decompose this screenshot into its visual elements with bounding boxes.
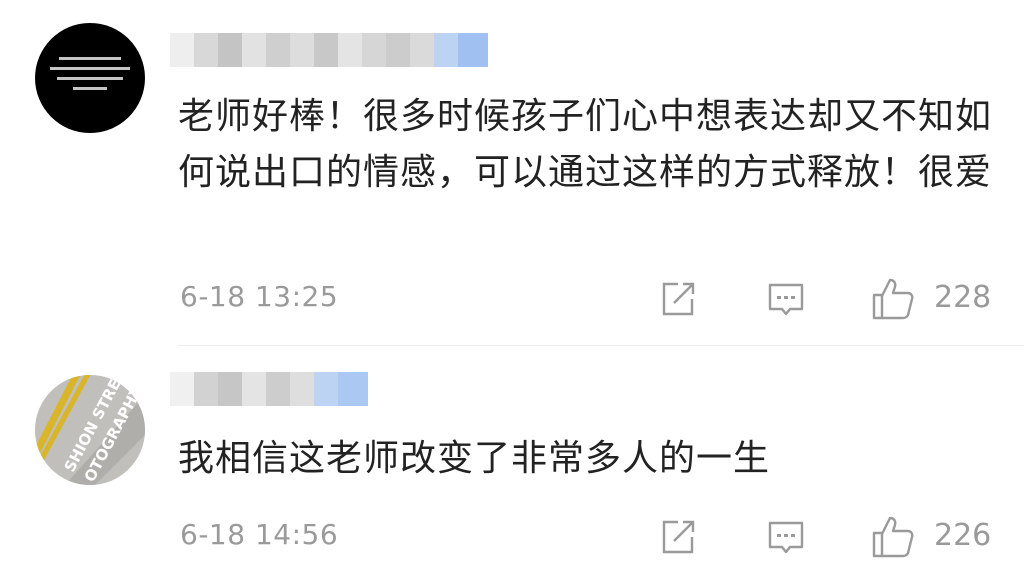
reply-icon[interactable]: [766, 517, 806, 557]
comment-text: 我相信这老师改变了非常多人的一生: [178, 438, 771, 479]
comment-item: SHION STREET OTOGRAPHY 我相信这老师改变了非常多人的一生 …: [0, 346, 1024, 581]
avatar-black-text-icon: [35, 57, 145, 97]
share-icon[interactable]: [658, 279, 698, 319]
user-avatar[interactable]: SHION STREET OTOGRAPHY: [35, 375, 145, 485]
comment-item: 老师好棒！很多时候孩子们心中想表达却又不知如何说出口的情感，可以通过这样的方式释…: [0, 0, 1024, 346]
thumbs-up-icon[interactable]: [870, 514, 914, 558]
comments-page: 老师好棒！很多时候孩子们心中想表达却又不知如何说出口的情感，可以通过这样的方式释…: [0, 0, 1024, 581]
thumbs-up-icon[interactable]: [870, 276, 914, 320]
reply-icon[interactable]: [766, 279, 806, 319]
comment-text: 老师好棒！很多时候孩子们心中想表达却又不知如何说出口的情感，可以通过这样的方式释…: [178, 96, 993, 193]
username-blurred[interactable]: [170, 33, 488, 67]
comment-time: 6-18 13:25: [180, 280, 339, 313]
like-count: 226: [934, 518, 992, 553]
comment-time: 6-18 14:56: [180, 518, 339, 551]
username-blurred[interactable]: [170, 372, 368, 406]
avatar-street-photo-icon: SHION STREET OTOGRAPHY: [35, 375, 145, 485]
share-icon[interactable]: [658, 517, 698, 557]
user-avatar[interactable]: [35, 23, 145, 133]
like-count: 228: [934, 280, 992, 315]
